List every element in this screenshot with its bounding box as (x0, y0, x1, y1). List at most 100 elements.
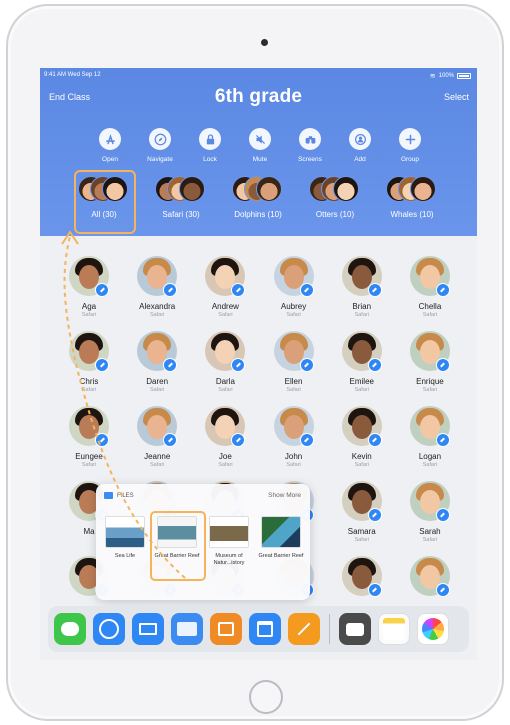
plus-icon (399, 128, 421, 150)
student-tile[interactable]: Logan Safari (405, 406, 455, 472)
front-camera (261, 39, 268, 46)
camera-icon[interactable] (339, 613, 371, 645)
group-label: Whales (10) (390, 210, 434, 219)
student-tile[interactable]: Andrew Safari (200, 256, 250, 322)
student-tile[interactable]: Kevin Safari (337, 406, 387, 472)
file-item[interactable]: Great Barrier Reef (258, 516, 304, 567)
student-name: Chris (79, 377, 99, 386)
student-tile[interactable]: Brian Safari (337, 256, 387, 322)
safari-badge-icon (163, 283, 178, 297)
student-tile[interactable]: Chris Safari (64, 331, 114, 397)
group-avatar (256, 176, 282, 202)
show-more-button[interactable]: Show More (268, 492, 301, 499)
group-label: Dolphins (10) (234, 210, 282, 219)
safari-badge-icon (163, 433, 178, 447)
battery-percent: 100% (438, 73, 454, 79)
status-right: ≋ 100% (430, 72, 471, 80)
student-tile[interactable]: John Safari (269, 406, 319, 472)
compass-icon (149, 128, 171, 150)
action-lock-button[interactable]: Lock (188, 128, 232, 163)
notes-icon[interactable] (378, 613, 410, 645)
safari-badge-icon (231, 358, 246, 372)
student-app: Safari (150, 312, 165, 318)
student-tile[interactable]: Enrique Safari (405, 331, 455, 397)
safari-badge-icon (299, 433, 314, 447)
safari-badge-icon (95, 283, 109, 297)
files-icon[interactable] (171, 613, 203, 645)
file-item[interactable]: Sea Life (102, 516, 148, 567)
keynote-remote-icon[interactable] (210, 613, 242, 645)
student-app: Safari (81, 462, 97, 468)
photos-icon[interactable] (417, 613, 449, 645)
student-tile[interactable]: Emilee Safari (337, 331, 387, 397)
student-app: Safari (422, 537, 438, 543)
group-tab-0[interactable]: All (30) (74, 170, 136, 234)
student-tile[interactable]: Ellen Safari (269, 331, 319, 397)
group-tab-2[interactable]: Dolphins (10) (228, 176, 288, 219)
action-navigate-button[interactable]: Navigate (138, 128, 182, 163)
safari-badge-icon (95, 433, 109, 447)
student-tile[interactable]: Aga Safari (64, 256, 114, 322)
student-name: Chella (418, 302, 442, 311)
student-tile[interactable]: Eungee Safari (64, 406, 114, 472)
safari-badge-icon (367, 508, 382, 522)
student-name: Jeanne (144, 452, 171, 461)
student-app: Safari (218, 312, 233, 318)
safari-badge-icon (435, 433, 450, 447)
student-tile[interactable]: Samara Safari (337, 481, 387, 547)
student-tile[interactable]: Sarah Safari (405, 481, 455, 547)
student-tile[interactable]: Aubrey Safari (269, 256, 319, 322)
group-tab-3[interactable]: Otters (10) (305, 176, 365, 219)
group-tab-4[interactable]: Whales (10) (382, 176, 442, 219)
student-name: Logan (418, 452, 442, 461)
select-button[interactable]: Select (444, 92, 469, 102)
action-open-button[interactable]: Open (88, 128, 132, 163)
group-avatars (155, 176, 207, 204)
dock-separator (329, 614, 330, 644)
keynote-icon[interactable] (249, 613, 281, 645)
pages-icon[interactable] (288, 613, 320, 645)
group-tab-1[interactable]: Safari (30) (151, 176, 211, 219)
action-screens-button[interactable]: Screens (288, 128, 332, 163)
group-avatar (102, 176, 128, 202)
student-app: Safari (150, 387, 165, 393)
safari-icon[interactable] (93, 613, 125, 645)
file-item[interactable]: Great Barrier Reef (150, 511, 206, 581)
file-label: Great Barrier Reef (258, 553, 304, 559)
binoculars-icon (299, 128, 321, 150)
file-thumbnail (105, 516, 145, 548)
student-app: Safari (218, 387, 233, 393)
student-app: Safari (354, 462, 369, 468)
action-label: Lock (203, 156, 217, 163)
messages-icon[interactable] (54, 613, 86, 645)
home-button[interactable] (249, 680, 283, 714)
student-tile[interactable]: Darla Safari (200, 331, 250, 397)
group-avatars (78, 176, 130, 204)
wifi-icon: ≋ (429, 73, 436, 80)
student-tile[interactable]: Daren Safari (132, 331, 182, 397)
student-tile[interactable]: Alexandra Safari (132, 256, 182, 322)
student-name: Joe (218, 452, 232, 461)
files-header: FILES (104, 492, 134, 499)
safari-badge-icon (367, 433, 382, 447)
student-tile[interactable]: Chella Safari (405, 256, 455, 322)
student-app: Safari (286, 312, 301, 318)
file-item[interactable]: Museum of Natur...istory (206, 516, 252, 567)
action-mute-button[interactable]: Mute (238, 128, 282, 163)
app-store-icon (99, 128, 121, 150)
mail-icon[interactable] (132, 613, 164, 645)
student-tile[interactable]: Joe Safari (200, 406, 250, 472)
action-group-button[interactable]: Group (388, 128, 432, 163)
student-app: Safari (81, 312, 97, 318)
files-popover: FILES Show More Sea Life Great Barrier Re… (96, 484, 310, 600)
safari-badge-icon (299, 283, 314, 297)
student-tile[interactable]: Jeanne Safari (132, 406, 182, 472)
safari-badge-icon (367, 283, 382, 297)
action-add-button[interactable]: Add (338, 128, 382, 163)
mute-icon (249, 128, 271, 150)
files-title: FILES (117, 492, 134, 499)
action-label: Group (400, 156, 420, 163)
student-name: Emilee (349, 377, 374, 386)
safari-badge-icon (367, 583, 382, 597)
student-name: Kevin (351, 452, 372, 461)
